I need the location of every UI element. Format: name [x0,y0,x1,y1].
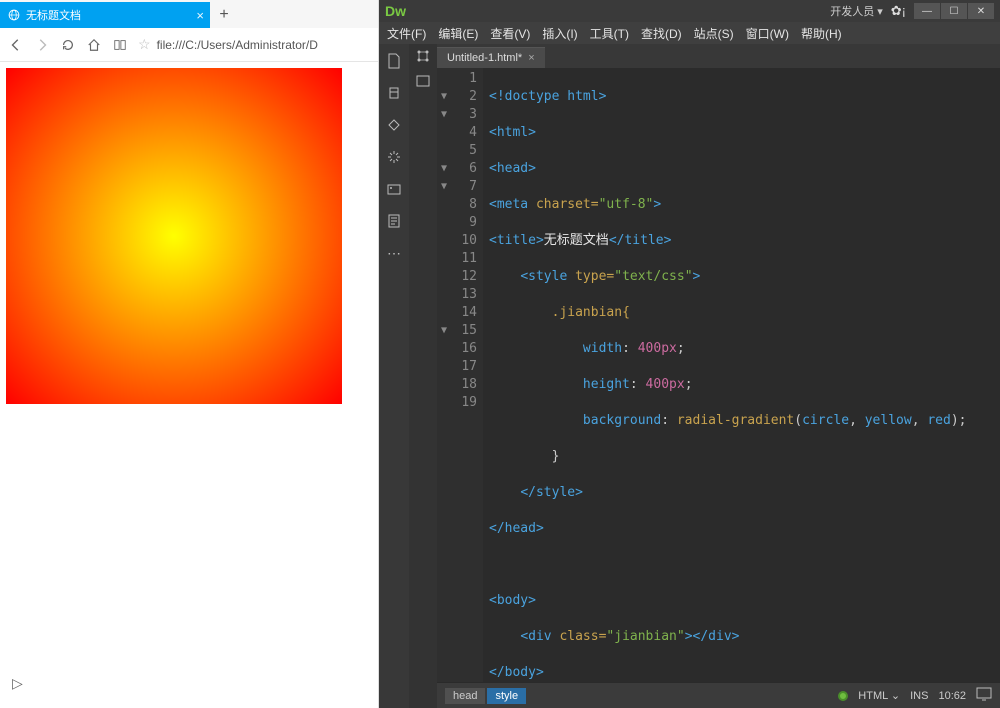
window-controls: — ☐ ✕ [914,3,994,19]
dw-logo: Dw [385,3,406,19]
dw-body: ⋯ Untitled-1.html* × 1 ▼2 ▼3 4 5 ▼6 [379,44,1000,708]
status-language[interactable]: HTML ⌄ [858,689,900,702]
browser-tab-title: 无标题文档 [26,7,81,23]
address-bar[interactable]: ☆ file:///C:/Users/Administrator/D [138,36,370,53]
file-tab[interactable]: Untitled-1.html* × [437,47,545,68]
menu-insert[interactable]: 插入(I) [542,25,577,42]
tag-breadcrumb: head style [445,688,526,704]
minimize-button[interactable]: — [914,3,940,19]
favorite-icon[interactable]: ☆ [138,36,151,53]
status-insert-mode[interactable]: INS [910,690,928,702]
browser-tab-strip: 无标题文档 × + [0,0,378,28]
file-panel-icon[interactable] [385,52,403,70]
code-editor[interactable]: 1 ▼2 ▼3 4 5 ▼6 ▼7 8 9 10 11 12 13 14 ▼15… [437,68,1000,682]
url-text: file:///C:/Users/Administrator/D [157,38,318,52]
more-tools-icon[interactable]: ⋯ [385,244,403,262]
back-icon[interactable] [8,37,24,53]
status-cursor-pos: 10:62 [938,690,966,702]
code-format-icon[interactable] [415,73,431,92]
dw-left-toolbar: ⋯ [379,44,409,708]
forward-icon[interactable] [34,37,50,53]
workspace-label: 开发人员 [830,3,874,19]
css-designer-icon[interactable] [385,116,403,134]
menu-help[interactable]: 帮助(H) [801,25,842,42]
maximize-button[interactable]: ☐ [941,3,967,19]
menu-site[interactable]: 站点(S) [694,25,734,42]
browser-nav-bar: ☆ file:///C:/Users/Administrator/D [0,28,378,62]
dw-menubar: 文件(F) 编辑(E) 查看(V) 插入(I) 工具(T) 查找(D) 站点(S… [379,22,1000,44]
new-tab-button[interactable]: + [210,2,238,28]
file-tab-label: Untitled-1.html* [447,52,522,64]
globe-icon [8,9,20,21]
dw-statusbar: head style HTML ⌄ INS 10:62 [437,682,1000,708]
devtools-toggle-icon[interactable]: ▷ [12,675,23,692]
menu-find[interactable]: 查找(D) [641,25,682,42]
refresh-icon[interactable] [60,37,76,53]
close-icon[interactable]: × [196,8,204,23]
menu-view[interactable]: 查看(V) [490,25,530,42]
code-body[interactable]: <!doctype html> <html> <head> <meta char… [483,68,1000,682]
dreamweaver-window: Dw 开发人员 ▾ ✿¡ — ☐ ✕ 文件(F) 编辑(E) 查看(V) 插入(… [379,0,1000,708]
dw-titlebar: Dw 开发人员 ▾ ✿¡ — ☐ ✕ [379,0,1000,22]
assets-icon[interactable] [385,180,403,198]
dw-editor: Untitled-1.html* × 1 ▼2 ▼3 4 5 ▼6 ▼7 8 9… [437,44,1000,708]
crumb-head[interactable]: head [445,688,485,704]
related-files-icon[interactable] [415,48,431,67]
close-button[interactable]: ✕ [968,3,994,19]
sync-status-icon[interactable] [838,691,848,701]
manage-sites-icon[interactable] [385,84,403,102]
menu-window[interactable]: 窗口(W) [746,25,789,42]
gradient-box [6,68,342,404]
home-icon[interactable] [86,37,102,53]
sync-settings-icon[interactable]: ✿¡ [891,3,906,19]
preview-icon[interactable] [976,687,992,704]
workspace-switcher[interactable]: 开发人员 ▾ [830,3,883,19]
line-gutter: 1 ▼2 ▼3 4 5 ▼6 ▼7 8 9 10 11 12 13 14 ▼15… [437,68,483,682]
file-tab-bar: Untitled-1.html* × [437,44,1000,68]
menu-tools[interactable]: 工具(T) [590,25,629,42]
chevron-down-icon: ▾ [877,5,883,18]
close-icon[interactable]: × [528,52,534,64]
menu-file[interactable]: 文件(F) [387,25,426,42]
dw-doc-toolbar [409,44,437,708]
crumb-style[interactable]: style [487,688,526,704]
reading-view-icon[interactable] [112,37,128,53]
menu-edit[interactable]: 编辑(E) [438,25,478,42]
browser-viewport [0,62,378,410]
dom-panel-icon[interactable] [385,148,403,166]
browser-window: 无标题文档 × + ☆ file:///C:/Users/Administrat… [0,0,379,708]
browser-tab[interactable]: 无标题文档 × [0,2,210,28]
snippets-icon[interactable] [385,212,403,230]
